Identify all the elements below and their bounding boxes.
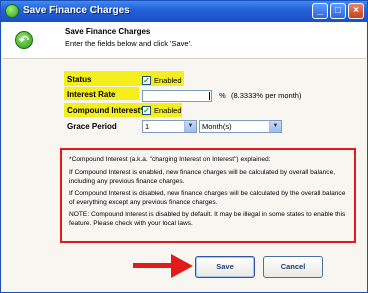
- interest-rate-label: Interest Rate: [67, 90, 116, 99]
- grace-period-amount-value: 1: [145, 122, 150, 131]
- back-arrow-icon: ↶: [15, 31, 33, 49]
- pointer-arrow-shaft: [133, 263, 173, 268]
- header-title: Save Finance Charges: [65, 27, 151, 36]
- compound-interest-explanation: *Compound Interest (a.k.a. "charging Int…: [60, 148, 356, 243]
- grace-period-label: Grace Period: [67, 122, 117, 131]
- app-icon: [5, 4, 19, 18]
- notes-legal-text: NOTE: Compound Interest is disabled by d…: [69, 211, 346, 227]
- text-cursor: [209, 92, 210, 100]
- compound-interest-enabled-label: Enabled: [154, 106, 182, 115]
- cancel-button[interactable]: Cancel: [263, 256, 323, 278]
- monthly-rate-text: (8.3333% per month): [231, 91, 302, 100]
- title-bar[interactable]: Save Finance Charges _ □ ×: [1, 1, 367, 22]
- minimize-button[interactable]: _: [312, 3, 328, 19]
- percent-sign: %: [219, 91, 226, 100]
- save-button[interactable]: Save: [195, 256, 255, 278]
- compound-interest-label: Compound Interest*: [67, 106, 144, 115]
- interest-rate-input[interactable]: [142, 90, 212, 102]
- notes-disabled-text: If Compound Interest is disabled, new fi…: [69, 190, 346, 206]
- dialog-window: Save Finance Charges _ □ × ↶ Save Financ…: [0, 0, 368, 293]
- compound-interest-checkbox[interactable]: ✓: [142, 106, 151, 115]
- window-title: Save Finance Charges: [23, 5, 130, 16]
- header-subtitle: Enter the fields below and click 'Save'.: [65, 39, 193, 48]
- dialog-header: ↶ Save Finance Charges Enter the fields …: [2, 22, 366, 59]
- maximize-button[interactable]: □: [330, 3, 346, 19]
- pointer-arrow-icon: [171, 254, 193, 278]
- notes-heading: *Compound Interest (a.k.a. "charging Int…: [69, 156, 271, 163]
- chevron-down-icon: ▼: [184, 121, 196, 132]
- grace-period-unit-value: Month(s): [202, 122, 232, 131]
- notes-enabled-text: If Compound Interest is enabled, new fin…: [69, 169, 336, 185]
- status-label: Status: [67, 75, 92, 84]
- close-button[interactable]: ×: [348, 3, 364, 19]
- status-checkbox[interactable]: ✓: [142, 76, 151, 85]
- grace-period-amount-select[interactable]: 1 ▼: [142, 120, 197, 133]
- status-enabled-label: Enabled: [154, 76, 182, 85]
- chevron-down-icon: ▼: [269, 121, 281, 132]
- grace-period-unit-select[interactable]: Month(s) ▼: [199, 120, 282, 133]
